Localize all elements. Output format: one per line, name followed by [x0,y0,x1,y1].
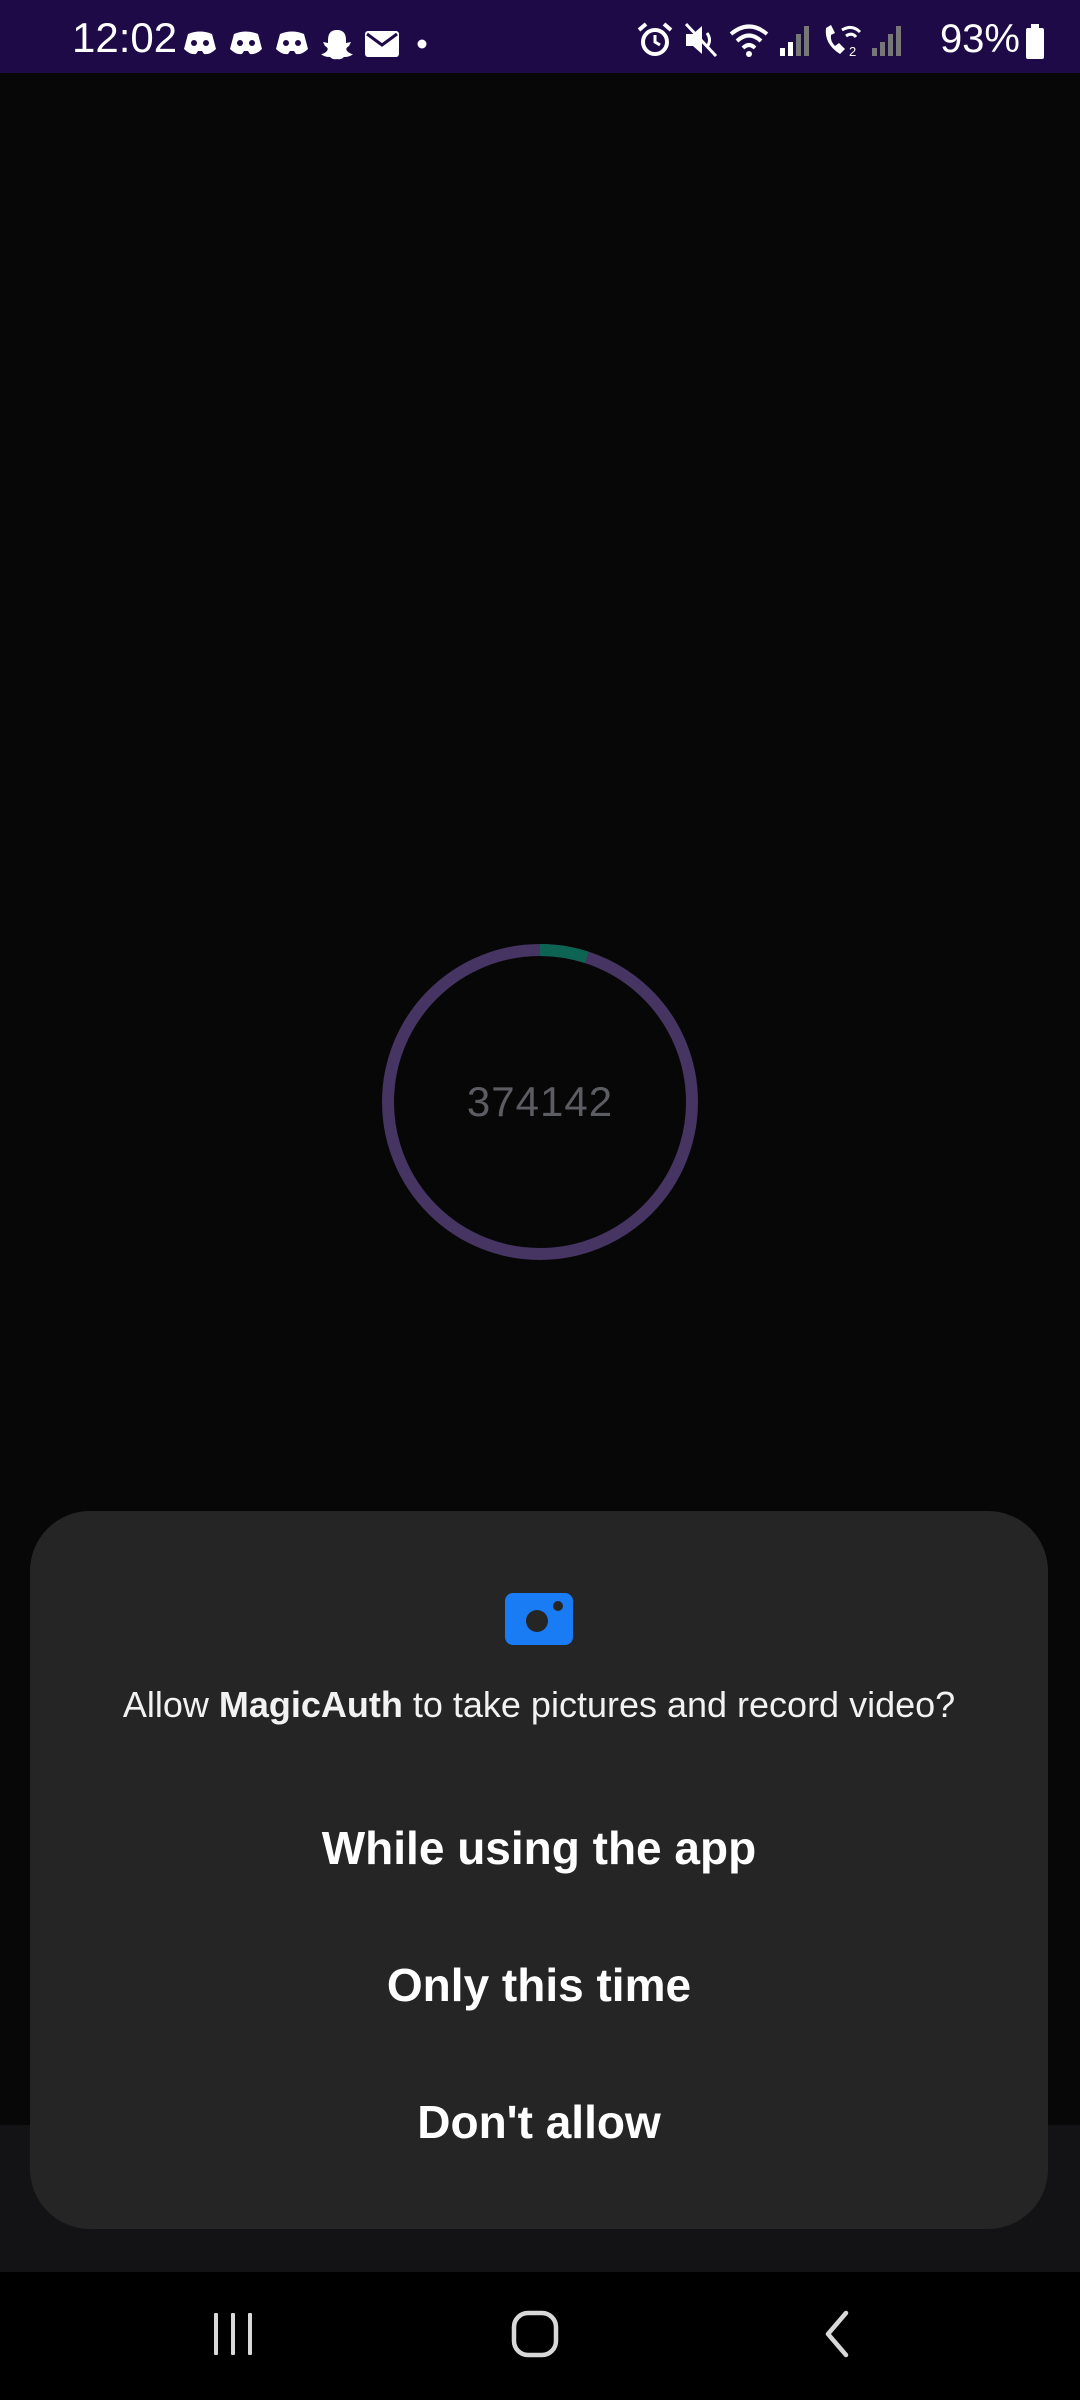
camera-icon [505,1593,573,1650]
discord-icon [182,29,218,64]
discord-icon [228,29,264,64]
snapchat-icon [320,28,354,65]
mute-icon [682,22,720,63]
back-button[interactable] [782,2296,892,2376]
battery-percent: 93% [939,17,1020,61]
screen: 12:02 2 93% 374142 Allow MagicAuth to ta… [0,0,1080,2400]
navigation-bar [0,2272,1080,2400]
battery-icon [1025,24,1045,65]
recents-button[interactable] [178,2296,288,2376]
alarm-icon [636,21,674,63]
svg-text:2: 2 [849,44,856,58]
home-icon [510,2309,560,2364]
mail-icon [364,29,400,64]
permission-dialog: Allow MagicAuth to take pictures and rec… [30,1511,1048,2229]
status-time: 12:02 [72,14,178,61]
code-timer-ring: 374142 [378,940,702,1264]
permission-message: Allow MagicAuth to take pictures and rec… [30,1683,1048,1727]
dont-allow-button[interactable]: Don't allow [90,2067,988,2177]
status-bar: 12:02 2 93% [0,0,1080,73]
while-using-app-button[interactable]: While using the app [90,1793,988,1903]
system-icons: 2 [636,21,904,63]
recents-icon [210,2311,256,2362]
message-prefix: Allow [122,1684,219,1725]
wifi-calling-icon: 2 [820,22,862,63]
signal-icon [870,22,904,63]
back-icon [820,2309,854,2364]
auth-code: 374142 [466,1078,614,1125]
only-this-time-button[interactable]: Only this time [90,1930,988,2040]
discord-icon [274,29,310,64]
app-name: MagicAuth [218,1684,403,1725]
more-notifications-dot-icon [410,29,434,64]
wifi-icon [728,22,770,63]
message-suffix: to take pictures and record video? [402,1684,956,1725]
home-button[interactable] [480,2296,590,2376]
notification-icons [182,26,434,66]
signal-icon [778,22,812,63]
